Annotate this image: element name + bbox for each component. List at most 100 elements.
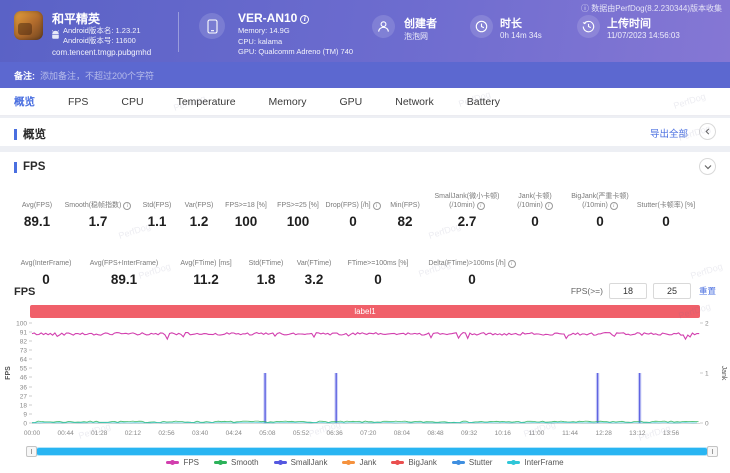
tab-2[interactable]: CPU bbox=[121, 96, 143, 108]
legend-item-BigJank[interactable]: BigJank bbox=[391, 458, 437, 467]
fps-chart[interactable]: 0 9 18 27 36 46 55 64 73 82 91 100 0 1 2 FPS Jank 00:00 00… bbox=[0, 319, 730, 441]
package-name: com.tencent.tmgp.pubgmhd bbox=[52, 48, 152, 57]
device-cpu: CPU: kalama bbox=[238, 36, 283, 46]
android-icon bbox=[51, 30, 60, 43]
legend-marker bbox=[391, 460, 405, 465]
tab-6[interactable]: Network bbox=[395, 96, 434, 108]
device-model: VER-AN10 i bbox=[238, 11, 310, 25]
fps-collapse-button[interactable] bbox=[699, 158, 716, 175]
info-icon[interactable]: i bbox=[476, 202, 485, 210]
tab-1[interactable]: FPS bbox=[68, 96, 88, 108]
legend-item-Jank[interactable]: Jank bbox=[342, 458, 376, 467]
stat-stats_row1-10: BigJank(严重卡顿) (/10min) i 0 bbox=[571, 192, 629, 230]
stat-stats_row1-5: FPS>=25 [%] 100 bbox=[277, 202, 319, 229]
slider-handle-right[interactable] bbox=[707, 446, 718, 457]
note-bar[interactable]: 备注: 添加备注，不超过200个字符 bbox=[0, 62, 730, 88]
stats-row-1: Avg(FPS) 89.1 Smooth(稳帧指数) i 1.7 Std(FPS) 1.1 V… bbox=[14, 190, 716, 230]
android-version: Android版本名: 1.23.21 bbox=[63, 26, 141, 35]
export-all-link[interactable]: 导出全部 bbox=[650, 126, 688, 140]
stat-stats_row2-1: Avg(FPS+InterFrame) 89.1 bbox=[89, 260, 159, 287]
stat-stats_row2-2: Avg(FTime) [ms] 11.2 bbox=[180, 260, 232, 287]
duration-value: 0h 14m 34s bbox=[500, 31, 542, 40]
stat-value: 0 bbox=[531, 214, 539, 229]
svg-text:05:08: 05:08 bbox=[259, 430, 276, 437]
stat-stats_row1-1: Smooth(稳帧指数) i 1.7 bbox=[60, 190, 136, 229]
tab-7[interactable]: Battery bbox=[467, 96, 500, 108]
duration-label: 时长 bbox=[500, 18, 522, 30]
tab-0[interactable]: 概览 bbox=[14, 94, 35, 109]
stat-stats_row1-3: Var(FPS) 1.2 bbox=[184, 202, 214, 229]
app-icon bbox=[14, 11, 43, 40]
tab-5[interactable]: GPU bbox=[339, 96, 362, 108]
threshold-input-2[interactable] bbox=[652, 283, 691, 299]
svg-text:1: 1 bbox=[705, 371, 709, 378]
stat-stats_row1-7: Min(FPS) 82 bbox=[390, 202, 420, 229]
legend-marker bbox=[507, 460, 521, 465]
chart-annotation-bar[interactable]: label1 bbox=[30, 305, 700, 318]
svg-text:11:00: 11:00 bbox=[529, 430, 545, 437]
info-icon[interactable]: i bbox=[123, 202, 132, 210]
info-icon[interactable]: i bbox=[507, 260, 516, 268]
app-name: 和平精英 bbox=[52, 12, 101, 26]
legend-label: Smooth bbox=[231, 458, 259, 467]
note-label: 备注: bbox=[14, 70, 35, 81]
legend-item-InterFrame[interactable]: InterFrame bbox=[507, 458, 564, 467]
legend-label: SmallJank bbox=[290, 458, 328, 467]
svg-text:04:24: 04:24 bbox=[226, 430, 243, 437]
note-placeholder: 添加备注，不超过200个字符 bbox=[40, 70, 155, 81]
stat-value: 0 bbox=[662, 214, 670, 229]
legend-label: InterFrame bbox=[524, 458, 564, 467]
header: ⓘ 数据由PerfDog(8.2.230344)版本收集 和平精英 Androi… bbox=[0, 0, 730, 62]
svg-text:Jank: Jank bbox=[720, 366, 727, 381]
device-info-icon[interactable]: i bbox=[300, 15, 310, 24]
legend-marker bbox=[214, 460, 227, 465]
svg-text:2: 2 bbox=[705, 321, 709, 328]
legend-item-Smooth[interactable]: Smooth bbox=[214, 458, 259, 467]
overview-collapse-button[interactable] bbox=[699, 123, 716, 140]
stat-value: 0 bbox=[468, 272, 476, 287]
svg-text:06:36: 06:36 bbox=[327, 430, 344, 437]
svg-text:08:48: 08:48 bbox=[427, 430, 444, 437]
creator-icon bbox=[372, 15, 395, 38]
legend-label: Jank bbox=[359, 458, 377, 467]
stat-value: 2.7 bbox=[457, 214, 477, 229]
time-range-slider[interactable] bbox=[26, 446, 718, 457]
legend-item-Stutter[interactable]: Stutter bbox=[451, 458, 492, 467]
slider-track[interactable] bbox=[36, 448, 708, 455]
slider-handle-left[interactable] bbox=[26, 446, 37, 457]
stat-value: 0 bbox=[349, 214, 357, 229]
stat-value: 0 bbox=[42, 272, 50, 287]
fps-section-title: FPS bbox=[14, 161, 45, 173]
svg-text:03:40: 03:40 bbox=[192, 430, 209, 437]
android-build: Android版本号: 11600 bbox=[63, 36, 136, 45]
android-version-block: Android版本名: 1.23.21 Android版本号: 11600 bbox=[51, 26, 141, 46]
stat-stats_row1-4: FPS>=18 [%] 100 bbox=[225, 202, 267, 229]
svg-text:FPS: FPS bbox=[5, 366, 12, 380]
svg-text:02:56: 02:56 bbox=[158, 430, 175, 437]
creator-label: 创建者 bbox=[404, 18, 437, 30]
upload-time-label: 上传时间 bbox=[607, 18, 651, 30]
info-icon[interactable]: i bbox=[609, 202, 618, 210]
duration-icon bbox=[470, 15, 493, 38]
legend-item-SmallJank[interactable]: SmallJank bbox=[273, 458, 328, 467]
info-icon[interactable]: i bbox=[544, 202, 553, 210]
legend-label: BigJank bbox=[408, 458, 437, 467]
tab-4[interactable]: Memory bbox=[269, 96, 307, 108]
legend-item-FPS[interactable]: FPS bbox=[166, 458, 199, 467]
svg-text:0: 0 bbox=[23, 421, 27, 428]
stat-value: 0 bbox=[596, 214, 604, 229]
chart-legend: FPS Smooth SmallJank Jank BigJank Stutter Inte… bbox=[0, 458, 730, 467]
overview-title: 概览 bbox=[14, 126, 46, 142]
tab-bar: 概览 FPS CPU Temperature Memory GPU Network Batte… bbox=[0, 88, 730, 116]
threshold-input-1[interactable] bbox=[608, 283, 647, 299]
svg-text:73: 73 bbox=[20, 348, 28, 355]
info-icon[interactable]: i bbox=[372, 202, 381, 210]
reset-link[interactable]: 重置 bbox=[699, 285, 716, 297]
svg-text:13:12: 13:12 bbox=[629, 430, 646, 437]
svg-text:08:04: 08:04 bbox=[394, 430, 411, 437]
stat-stats_row2-0: Avg(InterFrame) 0 bbox=[20, 260, 72, 287]
svg-text:00:44: 00:44 bbox=[57, 430, 74, 437]
chart-title: FPS bbox=[14, 286, 36, 298]
title-accent-bar bbox=[14, 128, 17, 140]
tab-3[interactable]: Temperature bbox=[177, 96, 236, 108]
